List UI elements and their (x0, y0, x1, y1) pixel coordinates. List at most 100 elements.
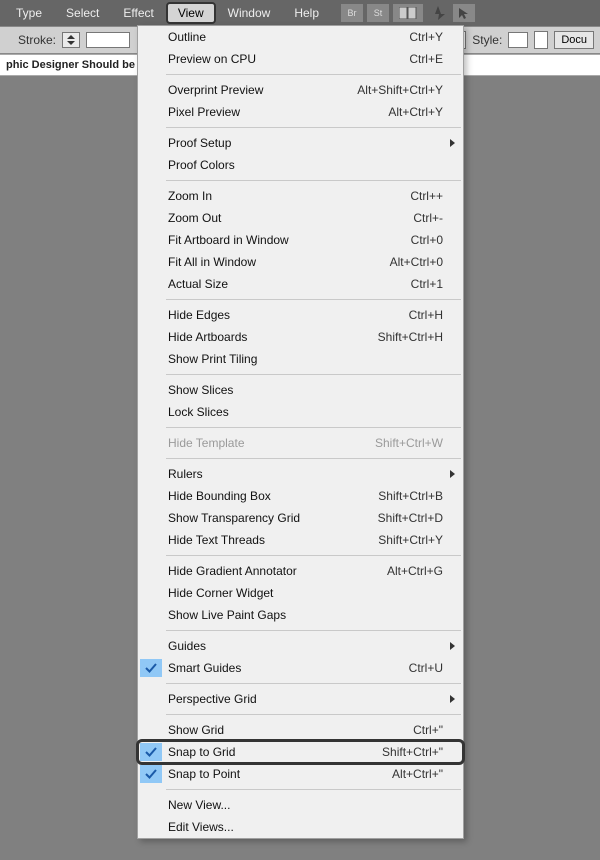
menu-item-pixel-preview[interactable]: Pixel PreviewAlt+Ctrl+Y (138, 101, 463, 123)
menu-item-edit-views[interactable]: Edit Views... (138, 816, 463, 838)
menu-item-outline[interactable]: OutlineCtrl+Y (138, 26, 463, 48)
menu-item-label: Fit Artboard in Window (164, 233, 411, 247)
pointer-icon[interactable] (453, 4, 475, 22)
menu-item-shortcut: Alt+Ctrl+0 (390, 255, 443, 269)
menu-item-shortcut: Alt+Shift+Ctrl+Y (357, 83, 443, 97)
menu-separator (166, 789, 461, 790)
document-tab-title: phic Designer Should be Us (6, 59, 152, 71)
menubar-icons: Br St (341, 4, 475, 22)
menu-item-label: Hide Bounding Box (164, 489, 378, 503)
menu-item-smart-guides[interactable]: Smart GuidesCtrl+U (138, 657, 463, 679)
menu-item-label: Snap to Grid (164, 745, 382, 759)
menu-item-hide-corner-widget[interactable]: Hide Corner Widget (138, 582, 463, 604)
menu-item-label: Show Slices (164, 383, 443, 397)
menubar-item-select[interactable]: Select (54, 2, 111, 24)
menu-item-show-live-paint-gaps[interactable]: Show Live Paint Gaps (138, 604, 463, 626)
menu-item-hide-edges[interactable]: Hide EdgesCtrl+H (138, 304, 463, 326)
check-icon (140, 743, 162, 761)
menu-item-new-view[interactable]: New View... (138, 794, 463, 816)
menubar-item-effect[interactable]: Effect (111, 2, 165, 24)
menu-item-label: Actual Size (164, 277, 411, 291)
stroke-label: Stroke: (18, 33, 56, 47)
menu-item-perspective-grid[interactable]: Perspective Grid (138, 688, 463, 710)
menu-separator (166, 180, 461, 181)
menu-item-shortcut: Alt+Ctrl+" (392, 767, 443, 781)
menu-item-show-print-tiling[interactable]: Show Print Tiling (138, 348, 463, 370)
style-swatch[interactable] (508, 32, 528, 48)
gpu-icon[interactable] (427, 4, 449, 22)
menu-item-label: Show Print Tiling (164, 352, 443, 366)
menu-item-overprint-preview[interactable]: Overprint PreviewAlt+Shift+Ctrl+Y (138, 79, 463, 101)
menu-item-snap-to-point[interactable]: Snap to PointAlt+Ctrl+" (138, 763, 463, 785)
style-picker[interactable] (534, 31, 548, 49)
menu-item-shortcut: Shift+Ctrl+Y (378, 533, 443, 547)
menu-item-label: Guides (164, 639, 443, 653)
menu-item-proof-colors[interactable]: Proof Colors (138, 154, 463, 176)
menu-item-zoom-in[interactable]: Zoom InCtrl++ (138, 185, 463, 207)
stroke-profile-select[interactable] (86, 32, 130, 48)
menu-item-label: Fit All in Window (164, 255, 390, 269)
menu-item-hide-text-threads[interactable]: Hide Text ThreadsShift+Ctrl+Y (138, 529, 463, 551)
menu-item-shortcut: Alt+Ctrl+Y (388, 105, 443, 119)
menu-item-show-slices[interactable]: Show Slices (138, 379, 463, 401)
menu-separator (166, 683, 461, 684)
menu-item-fit-all-in-window[interactable]: Fit All in WindowAlt+Ctrl+0 (138, 251, 463, 273)
menu-item-label: Proof Setup (164, 136, 443, 150)
menubar-item-view[interactable]: View (166, 2, 216, 24)
style-label: Style: (472, 33, 502, 47)
menubar-item-window[interactable]: Window (216, 2, 283, 24)
menu-item-label: Edit Views... (164, 820, 443, 834)
menu-separator (166, 299, 461, 300)
menu-separator (166, 555, 461, 556)
document-setup-button[interactable]: Docu (554, 31, 594, 49)
menu-separator (166, 127, 461, 128)
menu-item-preview-on-cpu[interactable]: Preview on CPUCtrl+E (138, 48, 463, 70)
menu-item-hide-bounding-box[interactable]: Hide Bounding BoxShift+Ctrl+B (138, 485, 463, 507)
check-icon (140, 765, 162, 783)
menu-item-label: Lock Slices (164, 405, 443, 419)
menu-item-guides[interactable]: Guides (138, 635, 463, 657)
menu-item-shortcut: Alt+Ctrl+G (387, 564, 443, 578)
menu-item-shortcut: Ctrl+H (409, 308, 443, 322)
check-icon (140, 659, 162, 677)
menu-item-label: Hide Artboards (164, 330, 378, 344)
menu-item-label: Rulers (164, 467, 443, 481)
menu-item-shortcut: Shift+Ctrl+D (378, 511, 443, 525)
menu-item-rulers[interactable]: Rulers (138, 463, 463, 485)
menu-item-label: Zoom Out (164, 211, 413, 225)
menu-item-label: Zoom In (164, 189, 410, 203)
arrange-icon[interactable] (393, 4, 423, 22)
menu-item-shortcut: Shift+Ctrl+H (378, 330, 443, 344)
stock-icon[interactable]: St (367, 4, 389, 22)
menu-item-shortcut: Shift+Ctrl+W (375, 436, 443, 450)
menu-item-shortcut: Ctrl+Y (409, 30, 443, 44)
menu-item-label: Hide Template (164, 436, 375, 450)
menu-item-label: Show Live Paint Gaps (164, 608, 443, 622)
menu-item-label: Hide Text Threads (164, 533, 378, 547)
menu-item-hide-gradient-annotator[interactable]: Hide Gradient AnnotatorAlt+Ctrl+G (138, 560, 463, 582)
menu-item-shortcut: Ctrl+0 (411, 233, 443, 247)
menu-item-actual-size[interactable]: Actual SizeCtrl+1 (138, 273, 463, 295)
menubar: TypeSelectEffectViewWindowHelp Br St (0, 0, 600, 26)
menu-item-hide-artboards[interactable]: Hide ArtboardsShift+Ctrl+H (138, 326, 463, 348)
menu-item-shortcut: Shift+Ctrl+B (378, 489, 443, 503)
highlighted-menu-item: Snap to GridShift+Ctrl+" (138, 741, 463, 763)
menu-item-label: Overprint Preview (164, 83, 357, 97)
view-menu-dropdown: OutlineCtrl+YPreview on CPUCtrl+E Overpri… (137, 25, 464, 839)
menu-item-snap-to-grid[interactable]: Snap to GridShift+Ctrl+" (138, 741, 463, 763)
menubar-item-type[interactable]: Type (4, 2, 54, 24)
stroke-weight-stepper[interactable] (62, 32, 80, 48)
menu-item-show-transparency-grid[interactable]: Show Transparency GridShift+Ctrl+D (138, 507, 463, 529)
menu-item-label: Show Grid (164, 723, 413, 737)
menu-item-lock-slices[interactable]: Lock Slices (138, 401, 463, 423)
bridge-icon[interactable]: Br (341, 4, 363, 22)
menu-item-label: Hide Edges (164, 308, 409, 322)
menu-item-show-grid[interactable]: Show GridCtrl+" (138, 719, 463, 741)
menu-item-fit-artboard-in-window[interactable]: Fit Artboard in WindowCtrl+0 (138, 229, 463, 251)
menu-item-label: Hide Gradient Annotator (164, 564, 387, 578)
menubar-item-help[interactable]: Help (282, 2, 331, 24)
menu-item-shortcut: Ctrl+- (413, 211, 443, 225)
menu-item-shortcut: Ctrl+" (413, 723, 443, 737)
menu-item-proof-setup[interactable]: Proof Setup (138, 132, 463, 154)
menu-item-zoom-out[interactable]: Zoom OutCtrl+- (138, 207, 463, 229)
